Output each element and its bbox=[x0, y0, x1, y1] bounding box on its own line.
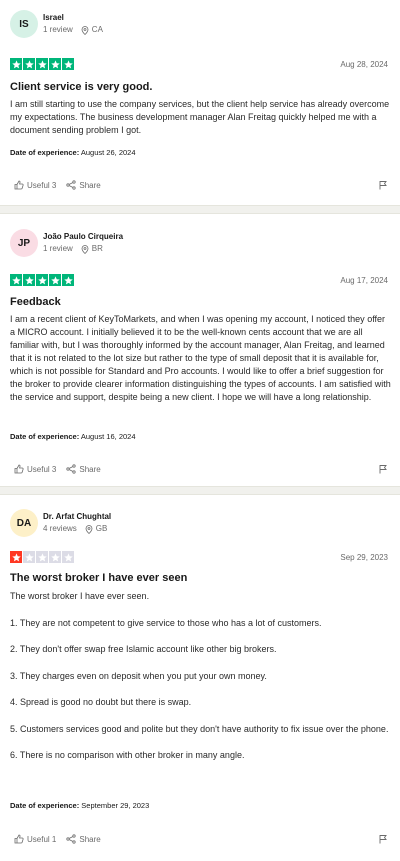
star-empty-icon bbox=[62, 551, 74, 563]
star-filled-icon bbox=[10, 58, 22, 70]
avatar-initials: DA bbox=[16, 517, 32, 529]
star-filled-icon bbox=[23, 274, 35, 286]
star-filled-icon bbox=[62, 274, 74, 286]
share-icon bbox=[66, 834, 76, 844]
reviewer-header: DA Dr. Arfat Chughtal 4 reviews GB bbox=[10, 509, 111, 537]
review-paragraph: The worst broker I have ever seen. bbox=[10, 591, 150, 601]
avatar[interactable]: DA bbox=[10, 509, 38, 537]
share-label: Share bbox=[79, 464, 101, 474]
star-filled-icon bbox=[62, 58, 74, 70]
experience-value: September 29, 2023 bbox=[81, 801, 150, 810]
useful-button[interactable]: Useful 3 bbox=[14, 180, 56, 190]
review-date: Sep 29, 2023 bbox=[340, 553, 388, 562]
star-rating bbox=[10, 551, 74, 563]
experience-value: August 26, 2024 bbox=[80, 148, 136, 157]
review-body: I am a recent client of KeyToMarkets, an… bbox=[10, 313, 392, 418]
share-icon bbox=[66, 180, 76, 190]
experience-value: August 16, 2024 bbox=[80, 432, 136, 441]
reviewer-name[interactable]: Israel bbox=[43, 13, 103, 23]
star-filled-icon bbox=[10, 274, 22, 286]
experience-date: Date of experience: August 26, 2024 bbox=[10, 148, 136, 157]
star-empty-icon bbox=[49, 551, 61, 563]
location-pin-icon bbox=[85, 524, 93, 534]
review-body: The worst broker I have ever seen. 1. Th… bbox=[10, 590, 392, 776]
review-actions: Useful 3 Share bbox=[14, 180, 111, 190]
review-actions: Useful 1 Share bbox=[14, 834, 111, 844]
useful-button[interactable]: Useful 1 bbox=[14, 834, 56, 844]
location-pin-icon bbox=[81, 244, 89, 254]
review-count: 1 review bbox=[43, 25, 73, 34]
share-button[interactable]: Share bbox=[66, 464, 101, 474]
review-paragraph: 2. They don't offer swap free Islamic ac… bbox=[10, 644, 277, 654]
location-pin-icon bbox=[81, 25, 89, 35]
reviewer-country: BR bbox=[91, 244, 103, 253]
star-filled-icon bbox=[36, 58, 48, 70]
thumbs-up-icon bbox=[14, 180, 24, 190]
star-filled-icon bbox=[49, 274, 61, 286]
experience-label: Date of experience: bbox=[10, 148, 80, 157]
reviewer-header: IS Israel 1 review CA bbox=[10, 10, 103, 38]
share-label: Share bbox=[79, 834, 101, 844]
useful-label: Useful 1 bbox=[27, 834, 57, 844]
experience-date: Date of experience: September 29, 2023 bbox=[10, 801, 149, 810]
star-empty-icon bbox=[36, 551, 48, 563]
experience-label: Date of experience: bbox=[10, 801, 80, 810]
review-separator bbox=[0, 205, 400, 214]
star-filled-icon bbox=[49, 58, 61, 70]
review-paragraph: 4. Spread is good no doubt but there is … bbox=[10, 697, 192, 707]
reviewer-country: GB bbox=[95, 524, 108, 533]
review-count: 1 review bbox=[43, 244, 73, 253]
review-date: Aug 17, 2024 bbox=[340, 276, 388, 285]
star-filled-icon bbox=[23, 58, 35, 70]
review-date: Aug 28, 2024 bbox=[340, 60, 388, 69]
reviewer-header: JP João Paulo Cirqueira 1 review BR bbox=[10, 229, 123, 257]
review-paragraph: I am still starting to use the company s… bbox=[10, 99, 390, 135]
review-paragraph: I am a recent client of KeyToMarkets, an… bbox=[10, 314, 391, 402]
report-flag-icon[interactable] bbox=[378, 180, 388, 190]
share-button[interactable]: Share bbox=[66, 834, 101, 844]
star-rating bbox=[10, 58, 74, 70]
review-card: IS Israel 1 review CA Aug 28, 2024 Clien… bbox=[0, 0, 400, 205]
thumbs-up-icon bbox=[14, 464, 24, 474]
experience-label: Date of experience: bbox=[10, 432, 80, 441]
avatar[interactable]: JP bbox=[10, 229, 38, 257]
report-flag-icon[interactable] bbox=[378, 834, 388, 844]
share-button[interactable]: Share bbox=[66, 180, 101, 190]
review-paragraph: 6. There is no comparison with other bro… bbox=[10, 750, 245, 760]
review-paragraph: 3. They charges even on deposit when you… bbox=[10, 670, 267, 681]
report-flag-icon[interactable] bbox=[378, 464, 388, 474]
useful-label: Useful 3 bbox=[27, 180, 57, 190]
star-filled-icon bbox=[10, 551, 22, 563]
reviewer-name[interactable]: Dr. Arfat Chughtal bbox=[43, 512, 111, 522]
review-paragraph: 5. Customers services good and polite bu… bbox=[10, 723, 389, 734]
review-count: 4 reviews bbox=[43, 524, 77, 533]
reviewer-name[interactable]: João Paulo Cirqueira bbox=[43, 232, 123, 242]
review-body: I am still starting to use the company s… bbox=[10, 98, 392, 151]
review-actions: Useful 3 Share bbox=[14, 464, 111, 474]
share-icon bbox=[66, 464, 76, 474]
review-paragraph: 1. They are not competent to give servic… bbox=[10, 617, 322, 628]
avatar[interactable]: IS bbox=[10, 10, 38, 38]
review-card: JP João Paulo Cirqueira 1 review BR Aug … bbox=[0, 214, 400, 486]
thumbs-up-icon bbox=[14, 834, 24, 844]
reviewer-country: CA bbox=[91, 25, 103, 34]
review-title[interactable]: Feedback bbox=[10, 296, 61, 308]
star-filled-icon bbox=[36, 274, 48, 286]
review-card: DA Dr. Arfat Chughtal 4 reviews GB Sep 2… bbox=[0, 495, 400, 861]
share-label: Share bbox=[79, 180, 101, 190]
avatar-initials: IS bbox=[19, 18, 29, 30]
avatar-initials: JP bbox=[17, 237, 31, 249]
useful-button[interactable]: Useful 3 bbox=[14, 464, 56, 474]
review-title[interactable]: Client service is very good. bbox=[10, 81, 152, 93]
experience-date: Date of experience: August 16, 2024 bbox=[10, 432, 136, 441]
star-empty-icon bbox=[23, 551, 35, 563]
review-separator bbox=[0, 486, 400, 495]
useful-label: Useful 3 bbox=[27, 464, 57, 474]
review-title[interactable]: The worst broker I have ever seen bbox=[10, 572, 187, 584]
star-rating bbox=[10, 274, 74, 286]
